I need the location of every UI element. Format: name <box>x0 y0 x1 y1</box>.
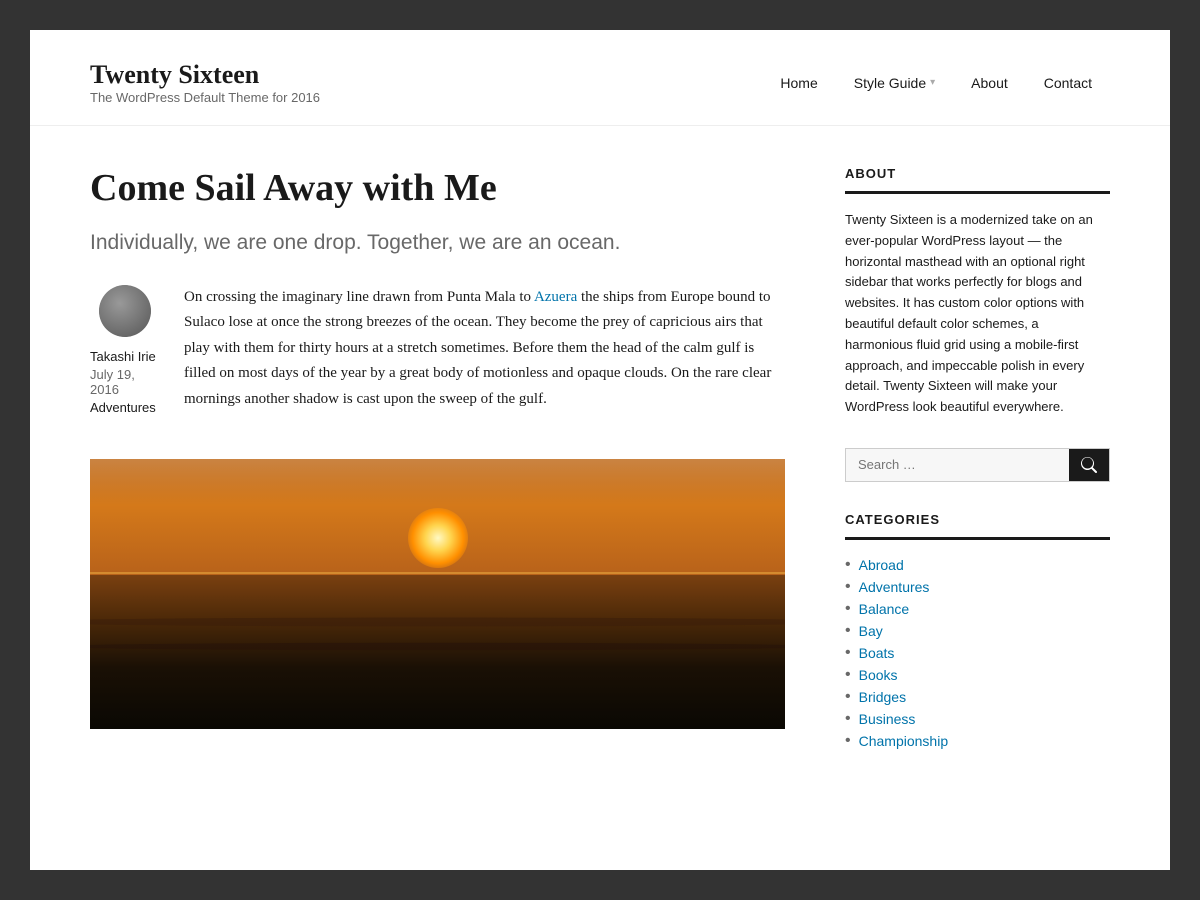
category-link[interactable]: Abroad <box>859 557 904 573</box>
main-nav: Home Style Guide ▾ About Contact <box>762 65 1110 101</box>
categories-list: • Abroad • Adventures • Balance • Bay • Boats • Boo… <box>845 556 1110 750</box>
post-subtitle: Individually, we are one drop. Together,… <box>90 228 785 257</box>
sun-glow <box>408 508 468 568</box>
nav-item-about[interactable]: About <box>953 65 1026 101</box>
category-bullet: • <box>845 644 851 662</box>
sidebar-about-title: ABOUT <box>845 166 1110 194</box>
search-form[interactable] <box>845 448 1110 482</box>
category-bullet: • <box>845 578 851 596</box>
post-body-text-after-link: the ships from Europe bound to Sulaco lo… <box>184 289 771 407</box>
category-link[interactable]: Balance <box>859 601 910 617</box>
category-link[interactable]: Bay <box>859 623 883 639</box>
sidebar-about-section: ABOUT Twenty Sixteen is a modernized tak… <box>845 166 1110 418</box>
sidebar-categories-title: CATEGORIES <box>845 512 1110 540</box>
category-link[interactable]: Boats <box>859 645 895 661</box>
nav-link-about[interactable]: About <box>953 65 1026 101</box>
list-item: • Bay <box>845 622 1110 640</box>
search-input[interactable] <box>846 449 1069 481</box>
sidebar: ABOUT Twenty Sixteen is a modernized tak… <box>845 166 1110 780</box>
page-frame: Twenty Sixteen The WordPress Default The… <box>30 30 1170 870</box>
post-title: Come Sail Away with Me <box>90 166 785 212</box>
post-meta: Takashi Irie July 19, 2016 Adventures <box>90 345 160 415</box>
category-link[interactable]: Books <box>859 667 898 683</box>
site-content: Come Sail Away with Me Individually, we … <box>30 126 1170 820</box>
main-content: Come Sail Away with Me Individually, we … <box>90 166 785 780</box>
wave1 <box>90 618 785 627</box>
category-bullet: • <box>845 710 851 728</box>
category-link[interactable]: Bridges <box>859 689 906 705</box>
category-link[interactable]: Adventures <box>859 579 930 595</box>
list-item: • Balance <box>845 600 1110 618</box>
post-date: July 19, 2016 <box>90 367 160 397</box>
category-bullet: • <box>845 556 851 574</box>
site-title: Twenty Sixteen <box>90 60 320 90</box>
list-item: • Boats <box>845 644 1110 662</box>
category-link[interactable]: Championship <box>859 733 949 749</box>
site-branding: Twenty Sixteen The WordPress Default The… <box>90 60 320 105</box>
site-header: Twenty Sixteen The WordPress Default The… <box>30 30 1170 126</box>
list-item: • Adventures <box>845 578 1110 596</box>
search-button[interactable] <box>1069 449 1109 481</box>
list-item: • Bridges <box>845 688 1110 706</box>
nav-item-contact[interactable]: Contact <box>1026 65 1110 101</box>
category-bullet: • <box>845 622 851 640</box>
post-image <box>90 459 785 729</box>
avatar-image <box>99 285 151 337</box>
author-name: Takashi Irie <box>90 349 160 364</box>
category-bullet: • <box>845 600 851 618</box>
sidebar-search-section <box>845 448 1110 482</box>
post-category: Adventures <box>90 400 160 415</box>
post-body-text-before-link: On crossing the imaginary line drawn fro… <box>184 289 534 305</box>
post-body: On crossing the imaginary line drawn fro… <box>184 285 785 435</box>
list-item: • Abroad <box>845 556 1110 574</box>
site-description: The WordPress Default Theme for 2016 <box>90 90 320 105</box>
nav-link-contact[interactable]: Contact <box>1026 65 1110 101</box>
list-item: • Championship <box>845 732 1110 750</box>
category-bullet: • <box>845 688 851 706</box>
nav-link-home[interactable]: Home <box>762 65 835 101</box>
avatar <box>99 285 151 337</box>
sidebar-about-text: Twenty Sixteen is a modernized take on a… <box>845 210 1110 418</box>
category-bullet: • <box>845 732 851 750</box>
horizon-line <box>90 572 785 574</box>
category-bullet: • <box>845 666 851 684</box>
chevron-down-icon: ▾ <box>930 77 935 88</box>
nav-link-style-guide[interactable]: Style Guide ▾ <box>836 65 953 101</box>
water-reflection <box>90 575 785 729</box>
sidebar-categories-section: CATEGORIES • Abroad • Adventures • Balance • Ba… <box>845 512 1110 750</box>
nav-item-home[interactable]: Home <box>762 65 835 101</box>
list-item: • Business <box>845 710 1110 728</box>
search-icon <box>1081 457 1097 473</box>
nav-item-style-guide[interactable]: Style Guide ▾ <box>836 65 953 101</box>
list-item: • Books <box>845 666 1110 684</box>
post-article: Come Sail Away with Me Individually, we … <box>90 166 785 729</box>
azuera-link[interactable]: Azuera <box>534 289 577 305</box>
post-body-row: Takashi Irie July 19, 2016 Adventures On… <box>90 285 785 435</box>
category-link[interactable]: Business <box>859 711 916 727</box>
